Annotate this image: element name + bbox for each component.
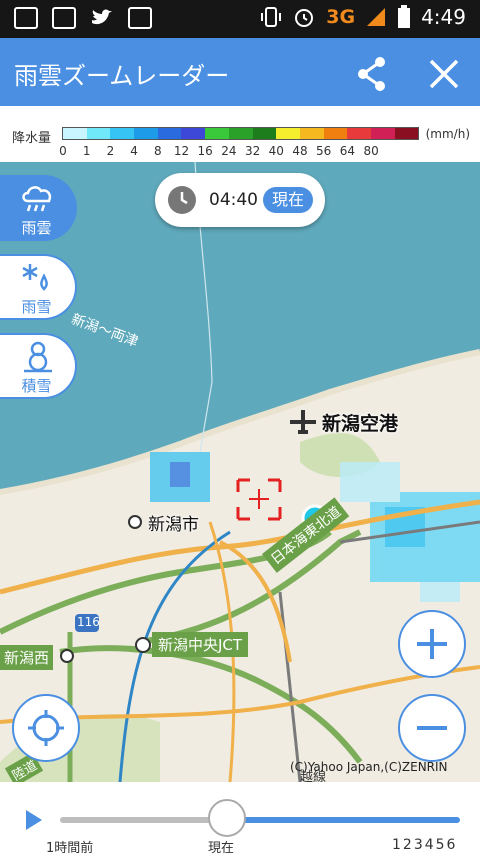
legend-tick-label: 48	[292, 144, 308, 158]
legend-tick-label: 4	[130, 144, 138, 158]
timeline-past-track[interactable]	[60, 817, 228, 823]
legend-swatch	[134, 128, 158, 139]
legend-swatch	[63, 128, 87, 139]
city-label: 新潟市	[148, 515, 199, 535]
legend-swatch	[299, 128, 324, 139]
app-title: 雨雲ズームレーダー	[14, 62, 230, 90]
legend-tick-label: 0	[59, 144, 67, 158]
time-text: 04:40	[209, 190, 258, 210]
timeline-slider: 1時間前 現在 123456	[0, 782, 480, 856]
mode-snow-depth-button[interactable]: 積雪	[0, 333, 77, 399]
zoom-out-button[interactable]	[398, 694, 466, 762]
legend-swatch	[157, 128, 182, 139]
legend-swatch	[86, 128, 111, 139]
mode-snow-depth-label: 積雪	[21, 377, 52, 395]
legend-tick-label: 2	[106, 144, 115, 158]
legend-tick-label: 80	[363, 144, 379, 158]
snow-rain-icon	[22, 264, 48, 291]
airport-label: 新潟空港	[322, 413, 399, 435]
station-label: 新潟西	[0, 645, 54, 670]
legend-tick-label: 8	[153, 144, 162, 158]
alarm-icon	[295, 9, 314, 27]
gmail-icon	[52, 7, 76, 29]
timeline-future-track[interactable]	[228, 817, 460, 823]
radar-map[interactable]: 新潟〜両津 新潟空港 新潟市 日本海東北道 新潟中央JCT 新潟西 116 陸道…	[0, 162, 480, 782]
zoom-in-button[interactable]	[398, 610, 466, 678]
snowman-icon	[24, 341, 52, 373]
minus-icon	[417, 726, 447, 730]
legend-tick-label: 56	[316, 144, 332, 158]
network-type: 3G	[326, 6, 356, 28]
legend-tick-label: 32	[244, 144, 261, 158]
timeline-thumb[interactable]	[208, 799, 246, 837]
mode-snow-rain-button[interactable]: 雨雪	[0, 254, 77, 320]
screen-shot-icon	[14, 7, 38, 29]
legend-swatch	[394, 128, 419, 139]
close-icon	[429, 59, 459, 89]
share-icon	[358, 57, 385, 91]
timeline-now-label: 現在	[208, 841, 235, 856]
vibrate-icon	[261, 7, 282, 27]
mode-snow-rain-label: 雨雪	[21, 298, 52, 316]
now-badge[interactable]: 現在	[263, 187, 313, 213]
airport-icon	[290, 410, 316, 434]
share-button[interactable]	[352, 54, 392, 94]
task-icon	[128, 7, 152, 29]
legend-tick-label: 12	[173, 144, 190, 158]
mode-rain-button[interactable]: 雨雲	[0, 175, 77, 241]
legend-unit: (mm/h)	[425, 127, 470, 141]
map-copyright: (C)Yahoo Japan,(C)ZENRIN	[290, 760, 448, 774]
locate-button[interactable]	[12, 694, 80, 762]
time-indicator: 04:40 現在	[155, 173, 325, 227]
battery-icon	[398, 5, 411, 28]
play-icon[interactable]	[26, 810, 42, 830]
legend-color-bar	[62, 127, 420, 140]
legend-swatch	[252, 128, 277, 139]
close-button[interactable]	[424, 54, 464, 94]
timeline-hours-label: 123456	[392, 837, 458, 853]
legend-swatch	[205, 128, 229, 139]
clock-icon	[168, 186, 196, 214]
legend-swatch	[110, 128, 135, 139]
status-time: 4:49	[421, 5, 466, 29]
legend-swatch	[323, 128, 348, 139]
rain-cloud-icon	[22, 186, 52, 212]
legend-swatch	[347, 128, 371, 139]
signal-icon	[367, 8, 386, 26]
app-bar: 雨雲ズームレーダー	[0, 38, 480, 106]
legend-tick-label: 16	[197, 144, 213, 158]
legend-swatch	[228, 128, 253, 139]
road-number-label: 116	[77, 615, 100, 629]
status-bar: 3G 4:49	[0, 0, 480, 38]
twitter-icon	[92, 9, 112, 25]
timeline-start-label: 1時間前	[46, 841, 94, 856]
legend-tick-label: 40	[268, 144, 284, 158]
mode-rain-label: 雨雲	[21, 219, 52, 237]
jct-label: 新潟中央JCT	[152, 632, 249, 657]
legend-tick-label: 64	[339, 144, 356, 158]
target-marker-icon	[236, 478, 282, 521]
legend-ticks: 0 1 2 4 8 12 16 24 32 40 48 56 64 80	[0, 144, 480, 160]
legend-swatch	[181, 128, 206, 139]
plus-icon	[417, 629, 447, 659]
precipitation-legend: 降水量 (mm/h) 0 1 2 4 8 12 16 24 32 40 48 56 64 80	[0, 106, 480, 162]
legend-tick-label: 1	[82, 144, 91, 158]
legend-tick-label: 24	[221, 144, 237, 158]
legend-swatch	[370, 128, 395, 139]
crosshair-icon	[28, 710, 64, 746]
map-canvas	[0, 162, 480, 782]
legend-swatch	[276, 128, 300, 139]
